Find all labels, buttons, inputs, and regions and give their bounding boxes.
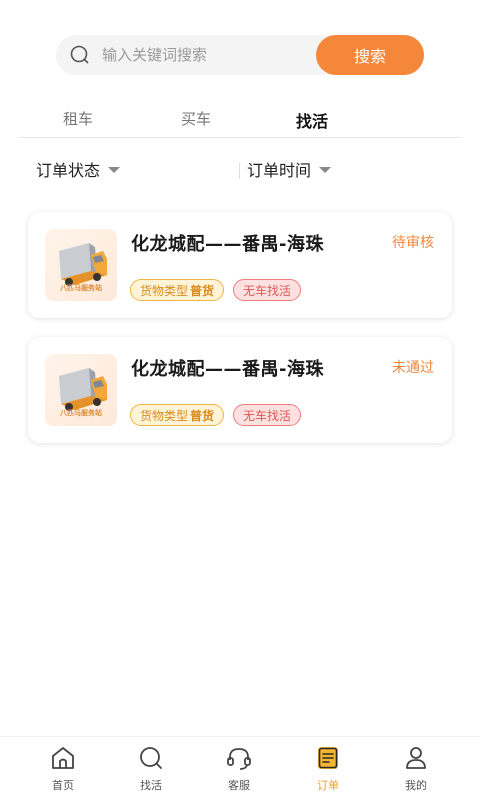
nav-label: 我的 xyxy=(405,779,427,792)
filter-label: 订单状态 xyxy=(36,161,101,180)
nav-item-service[interactable]: 客服 xyxy=(209,745,269,793)
nav-label: 订单 xyxy=(317,779,339,792)
order-icon xyxy=(318,747,338,769)
user-icon xyxy=(406,747,426,769)
caret-down-icon xyxy=(319,167,332,173)
nav-label: 客服 xyxy=(228,779,250,792)
search-bar: 搜索 xyxy=(56,35,424,75)
order-status: 待审核 xyxy=(392,235,434,251)
cargo-type-value: 普货 xyxy=(190,408,215,423)
headset-icon xyxy=(227,748,251,770)
filter-order-time[interactable]: 订单时间 xyxy=(247,157,332,181)
order-card[interactable]: 八匹马服务站 化龙城配——番禺-海珠 未通过 货物类型 普货 无车找活 xyxy=(28,337,452,443)
home-icon xyxy=(52,747,74,769)
nav-item-find-work[interactable]: 找活 xyxy=(121,745,181,793)
order-title: 化龙城配——番禺-海珠 xyxy=(131,234,324,255)
search-icon xyxy=(140,747,162,769)
filter-label: 订单时间 xyxy=(247,161,312,180)
nav-item-mine[interactable]: 我的 xyxy=(386,745,446,793)
search-icon xyxy=(70,45,89,64)
cargo-type-label: 货物类型 xyxy=(140,283,189,298)
tab-rent[interactable]: 租车 xyxy=(63,108,93,129)
tab-find-work[interactable]: 找活 xyxy=(296,108,328,132)
order-badges: 货物类型 普货 无车找活 xyxy=(130,279,302,301)
order-title: 化龙城配——番禺-海珠 xyxy=(131,359,324,380)
filter-order-status[interactable]: 订单状态 xyxy=(36,157,121,181)
tab-buy[interactable]: 买车 xyxy=(181,108,211,129)
no-vehicle-badge: 无车找活 xyxy=(233,404,302,426)
order-card[interactable]: 八匹马服务站 化龙城配——番禺-海珠 待审核 货物类型 普货 无车找活 xyxy=(28,212,452,318)
cargo-type-value: 普货 xyxy=(190,283,215,298)
order-status: 未通过 xyxy=(392,360,434,376)
caret-down-icon xyxy=(108,167,121,173)
order-badges: 货物类型 普货 无车找活 xyxy=(130,404,302,426)
cargo-type-badge: 货物类型 普货 xyxy=(130,404,225,426)
bottom-nav: 首页 找活 客服 订单 我的 xyxy=(0,736,480,800)
nav-item-home[interactable]: 首页 xyxy=(33,745,93,793)
cargo-type-label: 货物类型 xyxy=(140,408,189,423)
category-tabs: 租车 买车 找活 xyxy=(18,106,462,138)
filter-divider xyxy=(239,163,240,179)
thumbnail-caption: 八匹马服务站 xyxy=(60,409,102,417)
truck-thumbnail: 八匹马服务站 xyxy=(45,229,117,301)
nav-label: 找活 xyxy=(140,779,162,792)
filter-bar: 订单状态 订单时间 xyxy=(36,155,456,185)
no-vehicle-badge: 无车找活 xyxy=(233,279,302,301)
nav-item-orders[interactable]: 订单 xyxy=(298,745,358,793)
search-input[interactable] xyxy=(102,35,312,75)
thumbnail-caption: 八匹马服务站 xyxy=(60,284,102,292)
cargo-type-badge: 货物类型 普货 xyxy=(130,279,225,301)
nav-label: 首页 xyxy=(52,779,74,792)
search-button[interactable]: 搜索 xyxy=(316,35,424,75)
truck-thumbnail: 八匹马服务站 xyxy=(45,354,117,426)
